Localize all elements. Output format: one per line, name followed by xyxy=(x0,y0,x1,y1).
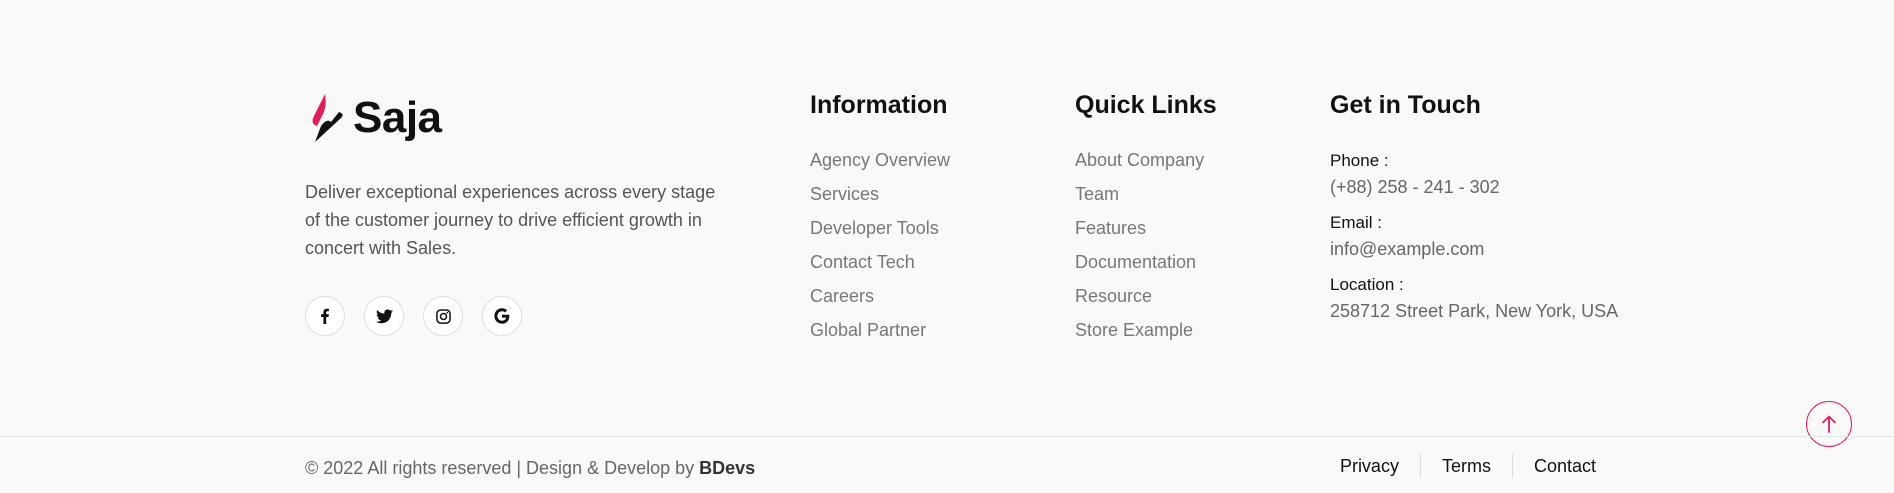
information-link[interactable]: Services xyxy=(810,183,950,205)
quick-link[interactable]: Features xyxy=(1075,217,1217,239)
email-value[interactable]: info@example.com xyxy=(1330,237,1618,261)
bottom-links: Privacy Terms Contact xyxy=(1319,454,1596,478)
email-label: Email : xyxy=(1330,213,1382,232)
facebook-button[interactable] xyxy=(305,296,345,336)
twitter-button[interactable] xyxy=(364,296,404,336)
location-value: 258712 Street Park, New York, USA xyxy=(1330,301,1619,321)
facebook-icon xyxy=(321,308,329,324)
information-column: Information Agency Overview Services Dev… xyxy=(810,90,950,353)
twitter-icon xyxy=(375,308,393,323)
information-link[interactable]: Contact Tech xyxy=(810,251,950,273)
google-icon xyxy=(494,308,510,324)
terms-link[interactable]: Terms xyxy=(1421,454,1512,478)
copyright-text: © 2022 All rights reserved | Design & De… xyxy=(305,458,700,478)
information-link[interactable]: Careers xyxy=(810,285,950,307)
brand-description: Deliver exceptional experiences across e… xyxy=(305,182,716,258)
quick-link[interactable]: Documentation xyxy=(1075,251,1217,273)
location-label: Location : xyxy=(1330,275,1404,294)
social-links xyxy=(305,296,725,336)
get-in-touch-column: Get in Touch Phone : (+88) 258 - 241 - 3… xyxy=(1330,90,1618,336)
location-item: Location : 258712 Street Park, New York,… xyxy=(1330,274,1618,323)
get-in-touch-title: Get in Touch xyxy=(1330,91,1481,119)
footer-brand: Saja Deliver exceptional experiences acr… xyxy=(305,90,725,336)
privacy-link[interactable]: Privacy xyxy=(1319,454,1420,478)
information-link[interactable]: Developer Tools xyxy=(810,217,950,239)
phone-label: Phone : xyxy=(1330,151,1389,170)
instagram-button[interactable] xyxy=(423,296,463,336)
quick-link[interactable]: Team xyxy=(1075,183,1217,205)
information-links: Agency Overview Services Developer Tools… xyxy=(810,149,950,341)
contact-details: Phone : (+88) 258 - 241 - 302 Email : in… xyxy=(1330,150,1618,323)
quick-links-column: Quick Links About Company Team Features … xyxy=(1075,90,1217,353)
phone-item: Phone : (+88) 258 - 241 - 302 xyxy=(1330,150,1618,199)
quick-link[interactable]: Resource xyxy=(1075,285,1217,307)
information-link[interactable]: Agency Overview xyxy=(810,149,950,171)
copyright: © 2022 All rights reserved | Design & De… xyxy=(305,457,755,479)
information-title: Information xyxy=(810,91,948,119)
footer-divider xyxy=(0,436,1894,437)
logo-text: Saja xyxy=(353,93,442,142)
footer-main: Saja Deliver exceptional experiences acr… xyxy=(0,0,1894,447)
quick-links-list: About Company Team Features Documentatio… xyxy=(1075,149,1217,341)
google-button[interactable] xyxy=(482,296,522,336)
arrow-up-icon xyxy=(1822,415,1836,433)
quick-link[interactable]: About Company xyxy=(1075,149,1217,171)
quick-link[interactable]: Store Example xyxy=(1075,319,1217,341)
contact-link[interactable]: Contact xyxy=(1513,454,1596,478)
copyright-brand-link[interactable]: BDevs xyxy=(699,458,755,478)
phone-value[interactable]: (+88) 258 - 241 - 302 xyxy=(1330,175,1618,199)
email-item: Email : info@example.com xyxy=(1330,212,1618,261)
scroll-to-top-button[interactable] xyxy=(1806,401,1852,447)
quick-links-title: Quick Links xyxy=(1075,91,1217,119)
logo[interactable]: Saja xyxy=(305,90,725,146)
information-link[interactable]: Global Partner xyxy=(810,319,950,341)
instagram-icon xyxy=(435,308,451,324)
saja-logo-icon xyxy=(312,94,343,142)
